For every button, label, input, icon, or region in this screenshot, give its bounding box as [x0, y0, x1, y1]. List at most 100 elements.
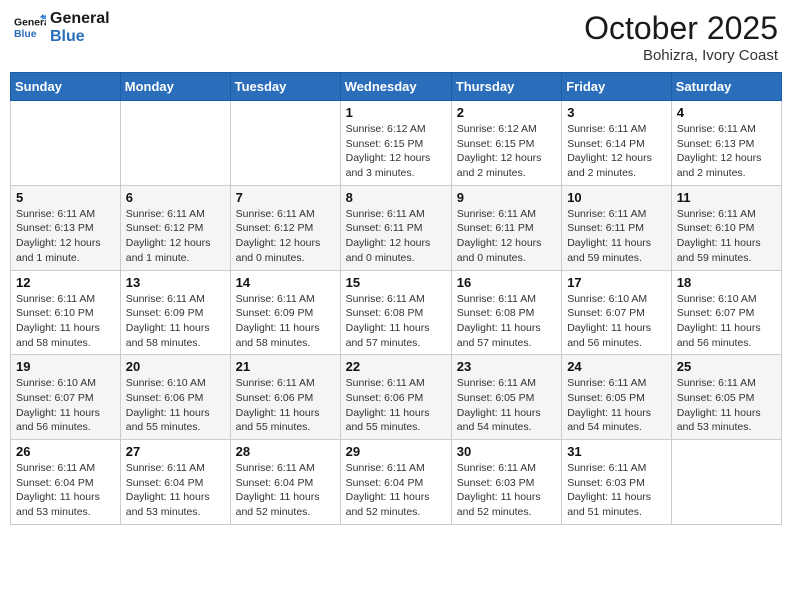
weekday-header-monday: Monday [120, 73, 230, 101]
day-number: 11 [677, 190, 776, 205]
day-cell: 25Sunrise: 6:11 AM Sunset: 6:05 PM Dayli… [671, 355, 781, 440]
month-title: October 2025 [584, 10, 778, 47]
day-info: Sunrise: 6:11 AM Sunset: 6:12 PM Dayligh… [126, 207, 225, 266]
day-info: Sunrise: 6:12 AM Sunset: 6:15 PM Dayligh… [457, 122, 556, 181]
day-cell: 28 Sunrise: 6:11 AM Sunset: 6:04 PM Dayli… [230, 440, 340, 525]
week-row-5: 26 Sunrise: 6:11 AM Sunset: 6:04 PM Dayli… [11, 440, 782, 525]
day-info: Sunrise: 6:11 AM Sunset: 6:11 PM Dayligh… [346, 207, 446, 266]
day-number: 15 [346, 275, 446, 290]
day-cell: 8Sunrise: 6:11 AM Sunset: 6:11 PM Daylig… [340, 185, 451, 270]
day-number: 19 [16, 359, 115, 374]
day-number: 13 [126, 275, 225, 290]
day-cell: 6 Sunrise: 6:11 AM Sunset: 6:12 PM Daylig… [120, 185, 230, 270]
day-number: 5 [16, 190, 115, 205]
logo-icon: General Blue [14, 14, 46, 42]
day-info: Sunrise: 6:10 AM Sunset: 6:06 PM Dayligh… [126, 376, 225, 435]
day-info: Sunrise: 6:11 AM Sunset: 6:05 PM Dayligh… [567, 376, 666, 435]
day-cell [11, 101, 121, 186]
day-number: 12 [16, 275, 115, 290]
day-number: 7 [236, 190, 335, 205]
day-cell: 19 Sunrise: 6:10 AM Sunset: 6:07 PM Dayli… [11, 355, 121, 440]
day-info: Sunrise: 6:11 AM Sunset: 6:05 PM Dayligh… [677, 376, 776, 435]
day-number: 18 [677, 275, 776, 290]
day-info: Sunrise: 6:11 AM Sunset: 6:13 PM Dayligh… [16, 207, 115, 266]
day-number: 23 [457, 359, 556, 374]
day-number: 1 [346, 105, 446, 120]
day-cell: 16Sunrise: 6:11 AM Sunset: 6:08 PM Dayli… [451, 270, 561, 355]
day-info: Sunrise: 6:12 AM Sunset: 6:15 PM Dayligh… [346, 122, 446, 181]
day-info: Sunrise: 6:11 AM Sunset: 6:03 PM Dayligh… [567, 461, 666, 520]
day-info: Sunrise: 6:11 AM Sunset: 6:10 PM Dayligh… [677, 207, 776, 266]
day-cell: 31 Sunrise: 6:11 AM Sunset: 6:03 PM Dayli… [562, 440, 672, 525]
day-number: 6 [126, 190, 225, 205]
day-cell [120, 101, 230, 186]
day-info: Sunrise: 6:11 AM Sunset: 6:14 PM Dayligh… [567, 122, 666, 181]
day-cell: 26 Sunrise: 6:11 AM Sunset: 6:04 PM Dayli… [11, 440, 121, 525]
day-number: 26 [16, 444, 115, 459]
day-number: 20 [126, 359, 225, 374]
day-cell: 29 Sunrise: 6:11 AM Sunset: 6:04 PM Dayli… [340, 440, 451, 525]
day-cell: 14Sunrise: 6:11 AM Sunset: 6:09 PM Dayli… [230, 270, 340, 355]
weekday-header-row: SundayMondayTuesdayWednesdayThursdayFrid… [11, 73, 782, 101]
weekday-header-wednesday: Wednesday [340, 73, 451, 101]
day-cell: 5 Sunrise: 6:11 AM Sunset: 6:13 PM Daylig… [11, 185, 121, 270]
day-number: 22 [346, 359, 446, 374]
day-info: Sunrise: 6:11 AM Sunset: 6:04 PM Dayligh… [236, 461, 335, 520]
day-info: Sunrise: 6:11 AM Sunset: 6:10 PM Dayligh… [16, 292, 115, 351]
logo-blue: Blue [50, 28, 110, 46]
day-info: Sunrise: 6:10 AM Sunset: 6:07 PM Dayligh… [16, 376, 115, 435]
day-number: 3 [567, 105, 666, 120]
day-info: Sunrise: 6:11 AM Sunset: 6:09 PM Dayligh… [236, 292, 335, 351]
day-number: 29 [346, 444, 446, 459]
day-cell: 27 Sunrise: 6:11 AM Sunset: 6:04 PM Dayli… [120, 440, 230, 525]
day-cell: 17 Sunrise: 6:10 AM Sunset: 6:07 PM Dayli… [562, 270, 672, 355]
day-number: 16 [457, 275, 556, 290]
day-info: Sunrise: 6:11 AM Sunset: 6:04 PM Dayligh… [16, 461, 115, 520]
week-row-3: 12 Sunrise: 6:11 AM Sunset: 6:10 PM Dayli… [11, 270, 782, 355]
day-info: Sunrise: 6:11 AM Sunset: 6:05 PM Dayligh… [457, 376, 556, 435]
day-info: Sunrise: 6:11 AM Sunset: 6:06 PM Dayligh… [236, 376, 335, 435]
day-info: Sunrise: 6:11 AM Sunset: 6:06 PM Dayligh… [346, 376, 446, 435]
svg-text:General: General [14, 18, 46, 29]
day-cell: 12 Sunrise: 6:11 AM Sunset: 6:10 PM Dayli… [11, 270, 121, 355]
day-cell: 2Sunrise: 6:12 AM Sunset: 6:15 PM Daylig… [451, 101, 561, 186]
day-cell: 30Sunrise: 6:11 AM Sunset: 6:03 PM Dayli… [451, 440, 561, 525]
day-cell: 7 Sunrise: 6:11 AM Sunset: 6:12 PM Daylig… [230, 185, 340, 270]
day-number: 9 [457, 190, 556, 205]
day-number: 21 [236, 359, 335, 374]
day-info: Sunrise: 6:11 AM Sunset: 6:13 PM Dayligh… [677, 122, 776, 181]
day-cell: 21 Sunrise: 6:11 AM Sunset: 6:06 PM Dayli… [230, 355, 340, 440]
day-cell: 1 Sunrise: 6:12 AM Sunset: 6:15 PM Daylig… [340, 101, 451, 186]
calendar-table: SundayMondayTuesdayWednesdayThursdayFrid… [10, 72, 782, 525]
day-number: 31 [567, 444, 666, 459]
title-block: October 2025 Bohizra, Ivory Coast [584, 10, 778, 64]
day-cell: 4 Sunrise: 6:11 AM Sunset: 6:13 PM Daylig… [671, 101, 781, 186]
day-info: Sunrise: 6:11 AM Sunset: 6:04 PM Dayligh… [126, 461, 225, 520]
day-info: Sunrise: 6:11 AM Sunset: 6:11 PM Dayligh… [567, 207, 666, 266]
day-cell: 18 Sunrise: 6:10 AM Sunset: 6:07 PM Dayli… [671, 270, 781, 355]
logo-general: General [50, 10, 110, 28]
day-cell: 13 Sunrise: 6:11 AM Sunset: 6:09 PM Dayli… [120, 270, 230, 355]
day-info: Sunrise: 6:11 AM Sunset: 6:12 PM Dayligh… [236, 207, 335, 266]
logo: General Blue General Blue [14, 10, 110, 47]
day-number: 28 [236, 444, 335, 459]
day-info: Sunrise: 6:11 AM Sunset: 6:08 PM Dayligh… [346, 292, 446, 351]
day-number: 24 [567, 359, 666, 374]
day-cell: 15 Sunrise: 6:11 AM Sunset: 6:08 PM Dayli… [340, 270, 451, 355]
day-number: 27 [126, 444, 225, 459]
day-number: 4 [677, 105, 776, 120]
page-header: General Blue General Blue October 2025 B… [10, 10, 782, 64]
day-info: Sunrise: 6:11 AM Sunset: 6:09 PM Dayligh… [126, 292, 225, 351]
day-info: Sunrise: 6:11 AM Sunset: 6:04 PM Dayligh… [346, 461, 446, 520]
day-info: Sunrise: 6:10 AM Sunset: 6:07 PM Dayligh… [567, 292, 666, 351]
weekday-header-tuesday: Tuesday [230, 73, 340, 101]
week-row-4: 19 Sunrise: 6:10 AM Sunset: 6:07 PM Dayli… [11, 355, 782, 440]
day-cell: 22 Sunrise: 6:11 AM Sunset: 6:06 PM Dayli… [340, 355, 451, 440]
day-number: 17 [567, 275, 666, 290]
location-title: Bohizra, Ivory Coast [584, 47, 778, 64]
day-cell [230, 101, 340, 186]
day-cell: 23 Sunrise: 6:11 AM Sunset: 6:05 PM Dayli… [451, 355, 561, 440]
day-info: Sunrise: 6:10 AM Sunset: 6:07 PM Dayligh… [677, 292, 776, 351]
day-info: Sunrise: 6:11 AM Sunset: 6:03 PM Dayligh… [457, 461, 556, 520]
day-info: Sunrise: 6:11 AM Sunset: 6:11 PM Dayligh… [457, 207, 556, 266]
